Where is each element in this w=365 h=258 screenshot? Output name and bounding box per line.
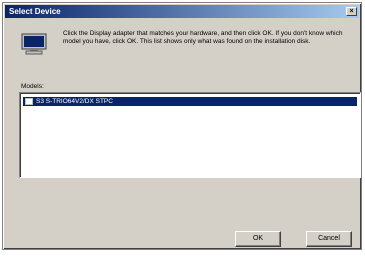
- close-button[interactable]: ×: [346, 7, 357, 16]
- title-bar[interactable]: Select Device ×: [5, 5, 359, 18]
- cancel-button[interactable]: Cancel: [306, 231, 352, 247]
- ok-button[interactable]: OK: [235, 231, 281, 247]
- display-adapter-icon: [25, 98, 33, 105]
- list-item-label: S3 S-TRIO64V2/DX STPC: [36, 98, 113, 105]
- select-device-dialog: Select Device × Click the Display adapte…: [2, 2, 362, 250]
- monitor-icon: [21, 33, 47, 55]
- model-list[interactable]: S3 S-TRIO64V2/DX STPC: [19, 92, 361, 178]
- instructions-text: Click the Display adapter that matches y…: [63, 30, 343, 45]
- close-icon: ×: [349, 8, 354, 15]
- list-item[interactable]: S3 S-TRIO64V2/DX STPC: [23, 97, 357, 106]
- window-title: Select Device: [9, 7, 61, 16]
- models-label: Models:: [21, 83, 44, 90]
